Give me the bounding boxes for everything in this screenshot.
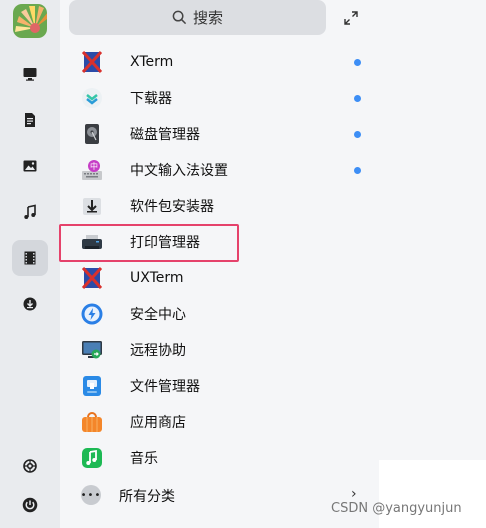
app-item-input-method[interactable]: 中 中文输入法设置 — [60, 152, 379, 188]
sidebar-music[interactable] — [12, 194, 48, 230]
remote-assist-icon — [82, 341, 102, 359]
app-item-xterm[interactable]: XTerm — [60, 44, 379, 80]
downloader-icon — [82, 88, 102, 108]
sidebar — [0, 0, 60, 528]
uxterm-icon — [81, 267, 103, 289]
music-icon — [24, 204, 36, 219]
package-installer-icon — [83, 198, 101, 215]
file-manager-icon — [83, 376, 101, 396]
printer-icon — [82, 235, 102, 249]
sidebar-downloads[interactable] — [12, 286, 48, 322]
app-item-app-store[interactable]: 应用商店 — [60, 404, 379, 440]
app-label: 应用商店 — [130, 415, 186, 431]
app-item-music[interactable]: 音乐 — [60, 440, 379, 476]
search-placeholder: 搜索 — [192, 9, 223, 27]
power-icon — [22, 497, 38, 513]
disk-manager-icon — [85, 124, 99, 144]
launcher-panel: 搜索 XTerm 下载器 磁盘管理器 中 中文输入法设置 软件包安装器 打印管理… — [59, 0, 379, 528]
document-icon — [25, 113, 35, 127]
app-item-uxterm[interactable]: UXTerm — [60, 260, 379, 296]
music-app-icon — [82, 448, 102, 468]
avatar[interactable] — [13, 4, 47, 38]
search-input[interactable]: 搜索 — [69, 0, 326, 35]
fullscreen-expand-icon[interactable] — [343, 10, 359, 26]
app-label: 打印管理器 — [130, 235, 200, 251]
app-item-print-manager[interactable]: 打印管理器 — [59, 224, 379, 262]
monitor-icon — [23, 68, 37, 81]
sidebar-computer[interactable] — [12, 56, 48, 92]
input-method-icon: 中 — [82, 160, 102, 180]
watermark: CSDN @yangyunjun — [331, 501, 462, 516]
app-item-package-installer[interactable]: 软件包安装器 — [60, 188, 379, 224]
xterm-icon — [81, 51, 103, 73]
sidebar-pictures[interactable] — [12, 148, 48, 184]
download-icon — [23, 297, 37, 311]
app-label: 磁盘管理器 — [130, 127, 200, 143]
new-app-dot — [354, 95, 361, 102]
new-app-dot — [354, 167, 361, 174]
image-icon — [23, 160, 37, 172]
new-app-dot — [354, 59, 361, 66]
svg-text:中: 中 — [90, 161, 98, 171]
app-item-disk-manager[interactable]: 磁盘管理器 — [60, 116, 379, 152]
all-categories-label: 所有分类 — [119, 489, 175, 505]
more-dots-icon: ••• — [81, 485, 101, 505]
app-label: 下载器 — [130, 91, 172, 107]
sidebar-videos[interactable] — [12, 240, 48, 276]
settings-icon — [23, 459, 37, 473]
app-label: 中文输入法设置 — [130, 163, 228, 179]
app-label: UXTerm — [130, 270, 184, 286]
app-label: 安全中心 — [130, 307, 186, 323]
app-label: XTerm — [130, 54, 174, 70]
app-label: 音乐 — [130, 451, 158, 467]
sidebar-settings[interactable] — [12, 448, 48, 484]
search-icon — [172, 10, 187, 25]
app-item-downloader[interactable]: 下载器 — [60, 80, 379, 116]
app-store-icon — [82, 412, 102, 432]
app-label: 软件包安装器 — [130, 199, 214, 215]
chevron-right-icon: › — [351, 486, 357, 502]
app-label: 文件管理器 — [130, 379, 200, 395]
new-app-dot — [354, 131, 361, 138]
background-area — [379, 0, 486, 460]
sidebar-power[interactable] — [12, 487, 48, 523]
sidebar-documents[interactable] — [12, 102, 48, 138]
app-list: XTerm 下载器 磁盘管理器 中 中文输入法设置 软件包安装器 打印管理器 U… — [59, 44, 379, 476]
app-label: 远程协助 — [130, 343, 186, 359]
app-item-file-manager[interactable]: 文件管理器 — [60, 368, 379, 404]
app-item-remote-assist[interactable]: 远程协助 — [60, 332, 379, 368]
security-center-icon — [81, 303, 103, 325]
film-icon — [24, 251, 36, 265]
app-item-security-center[interactable]: 安全中心 — [60, 296, 379, 332]
